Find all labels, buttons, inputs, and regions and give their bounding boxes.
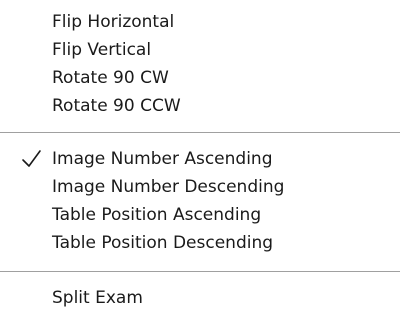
menu-item-table-position-descending[interactable]: Table Position Descending bbox=[0, 230, 406, 256]
menu-item-split-exam[interactable]: Split Exam bbox=[0, 285, 406, 311]
menu-item-rotate-90-cw[interactable]: Rotate 90 CW bbox=[0, 65, 406, 91]
menu-item-label: Flip Horizontal bbox=[52, 12, 175, 32]
menu-item-flip-vertical[interactable]: Flip Vertical bbox=[0, 37, 406, 63]
menu-item-label: Table Position Ascending bbox=[52, 205, 262, 225]
menu-item-label: Image Number Ascending bbox=[52, 149, 273, 169]
menu-item-image-number-descending[interactable]: Image Number Descending bbox=[0, 174, 406, 200]
menu-separator bbox=[0, 271, 400, 272]
menu-item-label: Flip Vertical bbox=[52, 40, 152, 60]
menu-item-label: Rotate 90 CW bbox=[52, 68, 169, 88]
menu-item-label: Rotate 90 CCW bbox=[52, 96, 181, 116]
checkmark-icon bbox=[20, 146, 44, 172]
menu-item-label: Image Number Descending bbox=[52, 177, 285, 197]
menu-item-image-number-ascending[interactable]: Image Number Ascending bbox=[0, 146, 406, 172]
menu-item-label: Split Exam bbox=[52, 288, 143, 308]
context-menu: Flip Horizontal Flip Vertical Rotate 90 … bbox=[0, 0, 406, 316]
menu-item-table-position-ascending[interactable]: Table Position Ascending bbox=[0, 202, 406, 228]
menu-item-label: Table Position Descending bbox=[52, 233, 274, 253]
menu-item-rotate-90-ccw[interactable]: Rotate 90 CCW bbox=[0, 93, 406, 119]
menu-item-flip-horizontal[interactable]: Flip Horizontal bbox=[0, 9, 406, 35]
menu-separator bbox=[0, 132, 400, 133]
